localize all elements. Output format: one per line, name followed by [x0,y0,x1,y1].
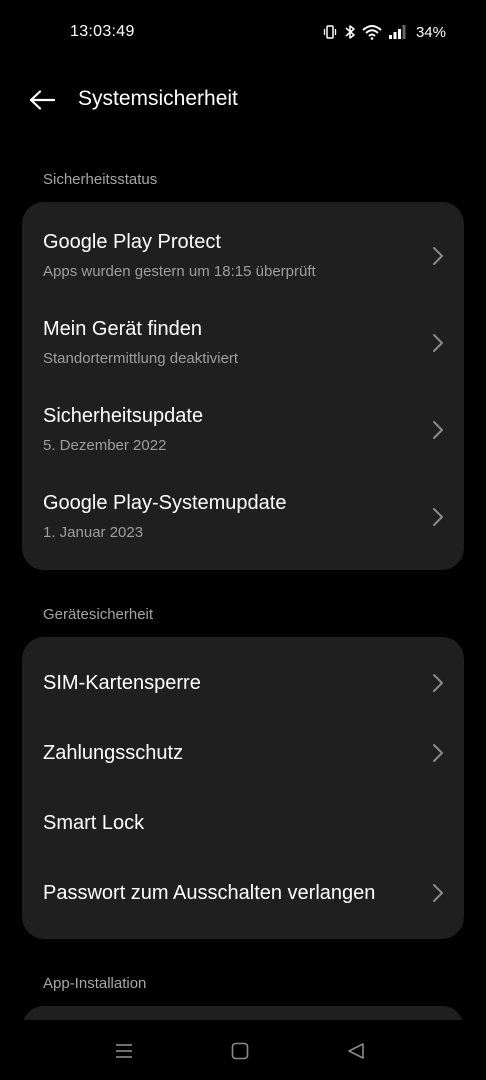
menu-icon [116,1044,132,1058]
item-title: Mein Gerät finden [43,318,202,340]
recent-apps-button[interactable] [104,1038,144,1064]
item-subtitle: Apps wurden gestern um 18:15 überprüft [43,263,316,280]
chevron-right-icon [433,674,443,692]
chevron-right-icon [433,744,443,762]
item-title: Smart Lock [43,812,145,834]
item-subtitle: Standortermittlung deaktiviert [43,350,239,367]
list-item-zahlungsschutz[interactable]: Zahlungsschutz [22,718,464,788]
item-title: Sicherheitsupdate [43,405,204,427]
vibrate-icon [322,24,338,40]
section-header-sicherheitsstatus: Sicherheitsstatus [43,171,158,188]
status-time: 13:03:49 [70,23,135,40]
status-bar: 13:03:49 34% [0,0,486,64]
list-item-google-play-systemupdate[interactable]: Google Play-Systemupdate 1. Januar 2023 [22,468,464,570]
page-title: Systemsicherheit [78,87,238,110]
card-security-status: Google Play Protect Apps wurden gestern … [22,202,464,570]
home-icon [231,1042,249,1060]
item-title: Google Play-Systemupdate [43,492,287,514]
chevron-right-icon [433,508,443,526]
list-item-sim-kartensperre[interactable]: SIM-Kartensperre [22,648,464,718]
item-subtitle: 5. Dezember 2022 [43,437,167,454]
list-item-passwort-ausschalten[interactable]: Passwort zum Ausschalten verlangen [22,858,464,928]
system-back-button[interactable] [336,1038,376,1064]
chevron-right-icon [433,421,443,439]
chevron-right-icon [433,884,443,902]
section-header-app-installation: App-Installation [43,975,147,992]
back-triangle-icon [348,1043,364,1059]
item-title: Zahlungsschutz [43,742,184,764]
card-device-security: SIM-Kartensperre Zahlungsschutz Smart Lo… [22,637,464,939]
item-subtitle: 1. Januar 2023 [43,524,144,541]
home-button[interactable] [220,1038,260,1064]
list-item-mein-geraet-finden[interactable]: Mein Gerät finden Standortermittlung dea… [22,294,464,381]
navigation-bar [0,1020,486,1080]
item-title: SIM-Kartensperre [43,672,201,694]
item-title: Passwort zum Ausschalten verlangen [43,882,376,904]
battery-percentage: 34% [415,23,446,41]
wifi-icon [362,24,382,40]
section-header-geraetesicherheit: Gerätesicherheit [43,606,154,623]
list-item-google-play-protect[interactable]: Google Play Protect Apps wurden gestern … [22,202,464,294]
chevron-right-icon [433,334,443,352]
status-icons: 34% [322,22,446,42]
item-title: Google Play Protect [43,231,221,253]
arrow-left-icon [29,90,55,110]
chevron-right-icon [433,247,443,265]
list-item-sicherheitsupdate[interactable]: Sicherheitsupdate 5. Dezember 2022 [22,381,464,468]
app-bar: Systemsicherheit [0,72,486,126]
bluetooth-icon [344,24,356,40]
list-item-smart-lock[interactable]: Smart Lock [22,788,464,858]
back-button[interactable] [22,80,62,120]
signal-icon [388,24,406,40]
